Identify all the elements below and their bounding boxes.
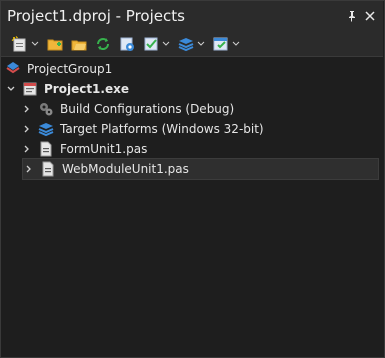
deploy-dropdown-icon (213, 37, 228, 50)
new-item-button[interactable] (11, 34, 40, 54)
deploy-dropdown-button[interactable] (212, 34, 241, 54)
build-config-button[interactable] (118, 34, 136, 54)
tree-item-label: ProjectGroup1 (27, 62, 113, 76)
build-config-icon (120, 37, 134, 51)
chevron-down-icon[interactable] (5, 83, 17, 95)
exe-project-icon (22, 81, 38, 97)
deploy-dropdown-caret[interactable] (231, 34, 241, 54)
check-dropdown-caret[interactable] (161, 34, 171, 54)
chevron-right-icon[interactable] (21, 103, 33, 115)
pin-icon[interactable] (343, 7, 361, 25)
chevron-right-icon[interactable] (21, 143, 33, 155)
add-folder-button[interactable] (46, 34, 64, 54)
chevron-right-icon[interactable] (21, 123, 33, 135)
open-folder-icon (71, 40, 87, 50)
tree-item-project[interactable]: Project1.exe (5, 79, 129, 99)
platforms-dropdown-caret[interactable] (196, 34, 206, 54)
tree-item-target-platforms[interactable]: Target Platforms (Windows 32-bit) (21, 119, 264, 139)
tree-item-formunit[interactable]: FormUnit1.pas (21, 139, 147, 159)
tree-item-build-configurations[interactable]: Build Configurations (Debug) (21, 99, 234, 119)
chevron-right-icon[interactable] (23, 163, 35, 175)
check-dropdown-icon (144, 37, 158, 50)
sync-button[interactable] (94, 34, 112, 54)
tree-item-label: Project1.exe (44, 82, 129, 96)
add-folder-icon (47, 39, 63, 50)
project-group-icon (5, 61, 21, 77)
platforms-dropdown-button[interactable] (177, 34, 206, 54)
new-item-caret[interactable] (30, 34, 40, 54)
pas-file-icon (38, 141, 54, 157)
project-tree: ProjectGroup1 Project1.exe Build Configu… (1, 58, 383, 356)
new-item-icon (11, 35, 26, 51)
layers-icon (38, 121, 54, 137)
window-title: Project1.dproj - Projects (7, 7, 185, 25)
tree-item-label: FormUnit1.pas (60, 142, 148, 156)
tree-item-label: WebModuleUnit1.pas (62, 162, 189, 176)
platforms-dropdown-icon (178, 37, 194, 51)
close-icon[interactable] (361, 7, 379, 25)
gears-icon (38, 101, 54, 117)
check-dropdown-button[interactable] (142, 34, 171, 54)
toolbar (1, 31, 383, 57)
open-folder-button[interactable] (70, 34, 88, 54)
tree-item-webmoduleunit[interactable]: WebModuleUnit1.pas (22, 158, 379, 180)
title-bar: Project1.dproj - Projects (1, 1, 383, 31)
tree-item-label: Target Platforms (Windows 32-bit) (60, 122, 264, 136)
sync-icon (97, 37, 109, 50)
tree-item-label: Build Configurations (Debug) (60, 102, 235, 116)
title-actions (343, 7, 383, 25)
tree-item-project-group[interactable]: ProjectGroup1 (5, 59, 112, 79)
pas-file-icon (40, 161, 56, 177)
